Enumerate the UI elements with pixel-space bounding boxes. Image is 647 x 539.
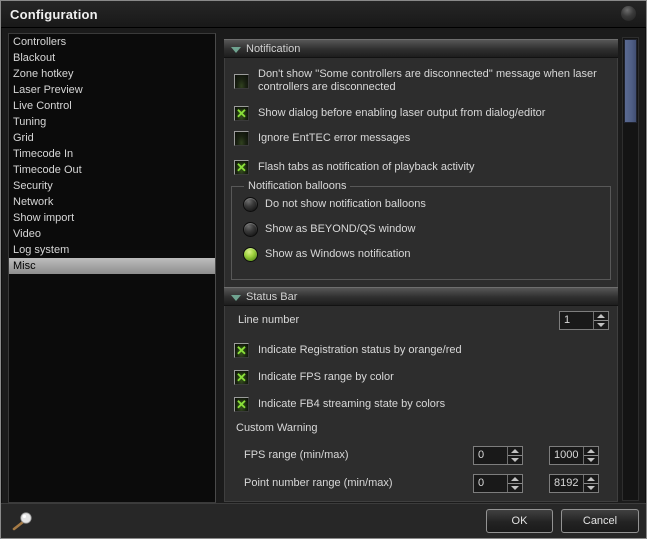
spinner-buttons [583,447,598,464]
spin-down-icon[interactable] [508,456,522,465]
section-title: Status Bar [246,291,297,303]
checkbox-label: Ignore EntTEC error messages [258,132,410,145]
flash-tabs-checkbox[interactable] [234,160,249,175]
spinner-value: 0 [478,449,484,461]
window-title: Configuration [10,7,98,22]
magnifier-icon[interactable] [9,510,33,534]
point-min-spinner[interactable]: 0 [473,474,523,493]
section-title: Notification [246,43,300,55]
spin-up-icon[interactable] [594,312,608,321]
spin-up-icon[interactable] [508,475,522,484]
sidebar-item-laser-preview[interactable]: Laser Preview [9,82,215,98]
checkbox-label: Show dialog before enabling laser output… [258,107,545,120]
spin-down-icon[interactable] [508,484,522,493]
section-header-status-bar[interactable]: Status Bar [224,287,618,306]
sidebar-item-network[interactable]: Network [9,194,215,210]
spin-up-icon[interactable] [508,447,522,456]
radio-row: Do not show notification balloons [232,197,610,221]
checkbox-row: Indicate FPS range by color [225,370,617,394]
indicate-fps-range-checkbox[interactable] [234,370,249,385]
radio-label: Do not show notification balloons [265,198,426,211]
custom-warning-label: Custom Warning [236,422,318,434]
spinner-buttons [507,447,522,464]
spinner-buttons [583,475,598,492]
scrollbar-thumb[interactable] [624,39,637,123]
fps-max-spinner[interactable]: 1000 [549,446,599,465]
spin-down-icon[interactable] [584,456,598,465]
status-bar-section-body: Line number 1 Indicate Registration stat… [225,306,617,502]
sidebar-item-tuning[interactable]: Tuning [9,114,215,130]
checkbox-row: Show dialog before enabling laser output… [225,106,617,130]
radio-row: Show as Windows notification [232,247,610,271]
dont-show-disconnected-checkbox[interactable] [234,74,249,89]
radio-label: Show as Windows notification [265,248,411,261]
sidebar-item-zone-hotkey[interactable]: Zone hotkey [9,66,215,82]
fps-range-label: FPS range (min/max) [244,449,349,461]
sidebar-item-misc[interactable]: Misc [9,258,215,274]
radio-label: Show as BEYOND/QS window [265,223,415,236]
beyond-qs-window-radio[interactable] [243,222,258,237]
show-dialog-before-output-checkbox[interactable] [234,106,249,121]
checkbox-label: Flash tabs as notification of playback a… [258,161,474,174]
checkbox-label: Indicate FPS range by color [258,371,394,384]
line-number-label: Line number [238,314,299,326]
section-header-notification[interactable]: Notification [224,39,618,58]
sidebar-item-timecode-in[interactable]: Timecode In [9,146,215,162]
spin-down-icon[interactable] [594,321,608,330]
title-bar: Configuration [1,1,646,28]
vertical-scrollbar[interactable] [622,37,639,501]
spinner-value: 1000 [554,449,578,461]
line-number-spinner[interactable]: 1 [559,311,609,330]
settings-panel: Notification Don't show ''Some controlle… [224,39,618,502]
checkbox-label: Indicate FB4 streaming state by colors [258,398,445,411]
indicate-registration-checkbox[interactable] [234,343,249,358]
ignore-enttec-errors-checkbox[interactable] [234,131,249,146]
sidebar-item-show-import[interactable]: Show import [9,210,215,226]
sidebar-item-grid[interactable]: Grid [9,130,215,146]
category-list: Controllers Blackout Zone hotkey Laser P… [8,33,216,503]
chevron-down-icon [231,47,241,53]
windows-notification-radio[interactable] [243,247,258,262]
spin-up-icon[interactable] [584,447,598,456]
indicate-fb4-streaming-checkbox[interactable] [234,397,249,412]
sidebar-item-security[interactable]: Security [9,178,215,194]
sidebar-item-blackout[interactable]: Blackout [9,50,215,66]
spin-up-icon[interactable] [584,475,598,484]
sidebar-item-controllers[interactable]: Controllers [9,34,215,50]
chevron-down-icon [231,295,241,301]
notification-balloons-group: Notification balloons Do not show notifi… [231,186,611,280]
footer-bar: OK Cancel [1,503,646,538]
group-title: Notification balloons [244,180,350,192]
checkbox-row: Don't show ''Some controllers are discon… [225,68,617,102]
point-max-spinner[interactable]: 8192 [549,474,599,493]
configuration-dialog: Configuration Controllers Blackout Zone … [0,0,647,539]
spinner-buttons [593,312,608,329]
checkbox-label: Don't show ''Some controllers are discon… [258,68,614,94]
fps-min-spinner[interactable]: 0 [473,446,523,465]
sidebar-item-video[interactable]: Video [9,226,215,242]
sidebar-item-log-system[interactable]: Log system [9,242,215,258]
spin-down-icon[interactable] [584,484,598,493]
spinner-value: 1 [564,314,570,326]
no-balloons-radio[interactable] [243,197,258,212]
radio-row: Show as BEYOND/QS window [232,222,610,246]
cancel-button[interactable]: Cancel [561,509,639,533]
checkbox-row: Indicate Registration status by orange/r… [225,343,617,367]
sidebar-item-timecode-out[interactable]: Timecode Out [9,162,215,178]
notification-section-body: Don't show ''Some controllers are discon… [225,58,617,287]
spinner-value: 8192 [554,477,578,489]
ok-button[interactable]: OK [486,509,553,533]
checkbox-row: Ignore EntTEC error messages [225,131,617,155]
titlebar-sphere-icon[interactable] [621,6,636,21]
spinner-buttons [507,475,522,492]
checkbox-label: Indicate Registration status by orange/r… [258,344,462,357]
spinner-value: 0 [478,477,484,489]
point-number-range-label: Point number range (min/max) [244,477,393,489]
checkbox-row: Indicate FB4 streaming state by colors [225,397,617,421]
sidebar-item-live-control[interactable]: Live Control [9,98,215,114]
